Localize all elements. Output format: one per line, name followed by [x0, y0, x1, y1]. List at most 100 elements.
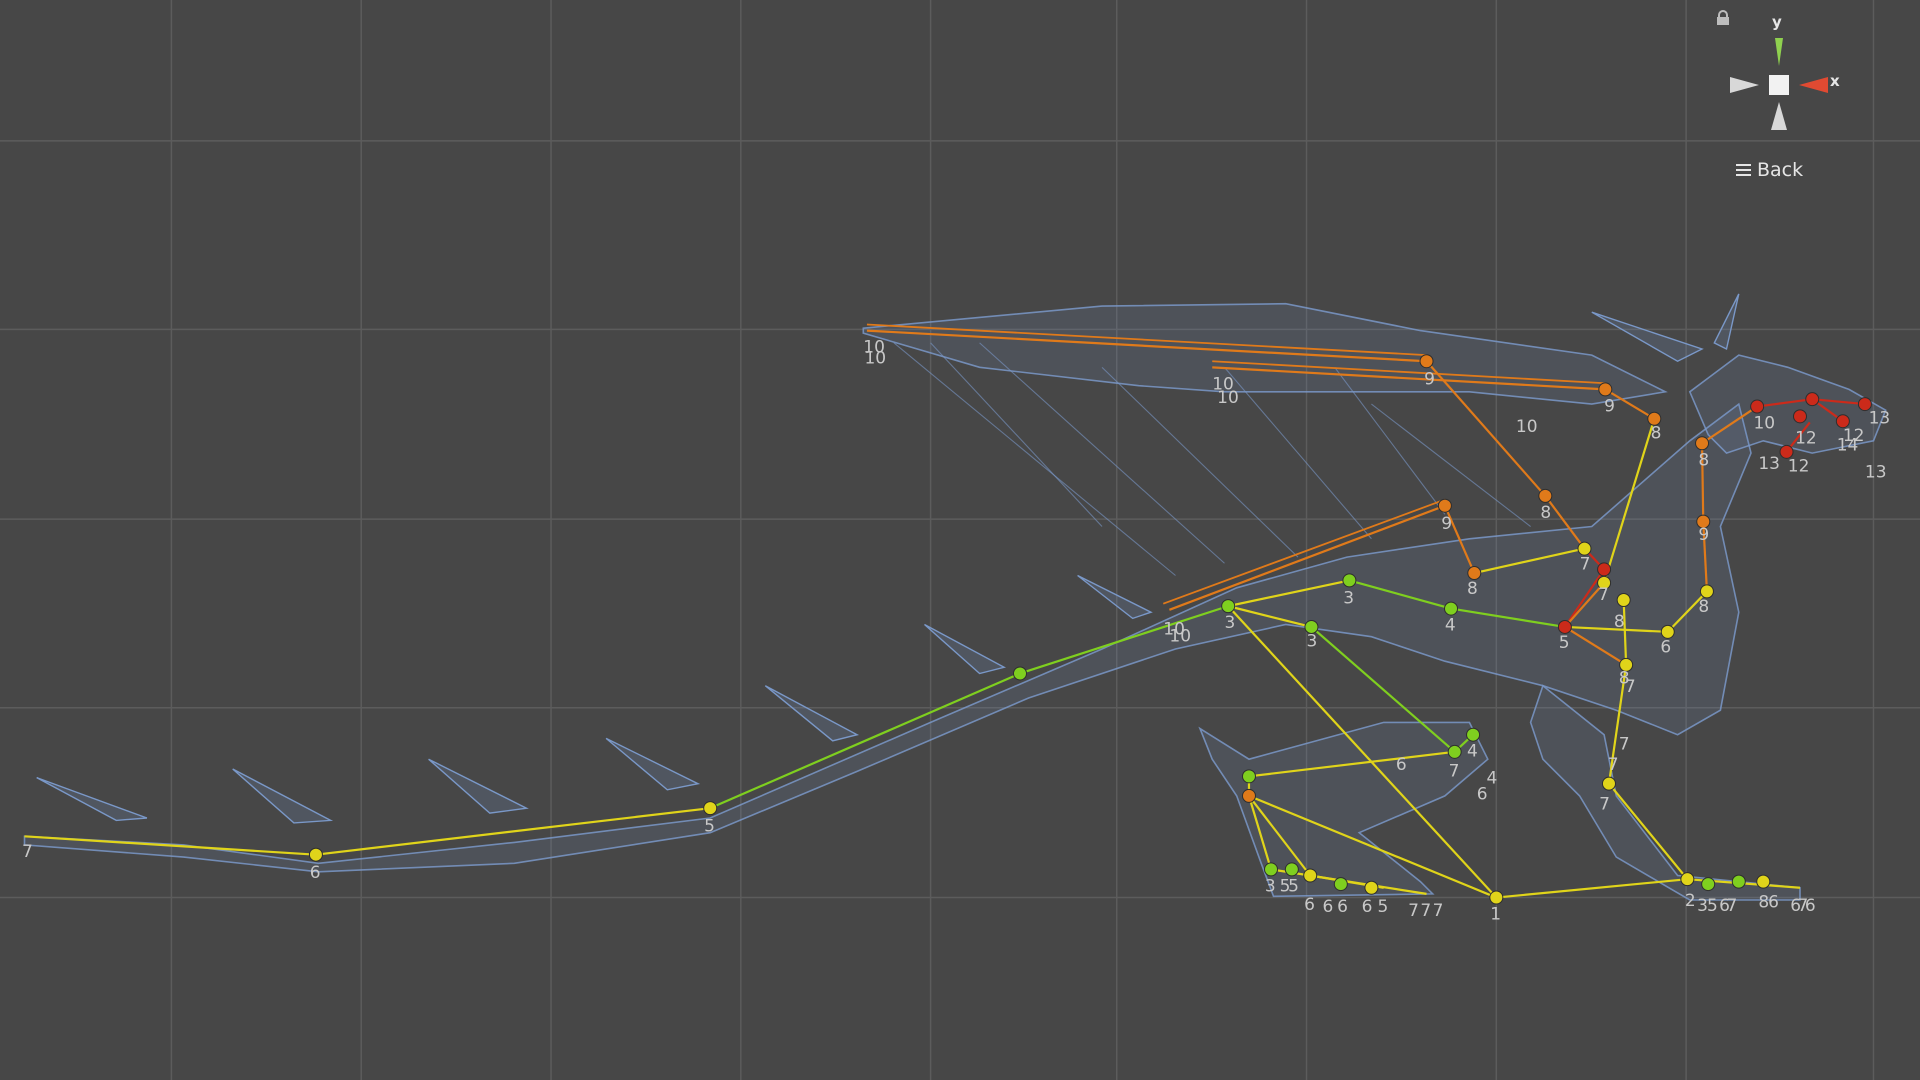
bone-depth-label: 7 [1619, 734, 1630, 754]
bone-depth-label: 8 [1614, 612, 1625, 632]
bone-joint [1489, 890, 1504, 905]
bone-joint [1419, 354, 1434, 369]
bone-joint [308, 847, 323, 862]
mesh-spine [924, 623, 1007, 675]
bone-joint [1616, 593, 1631, 607]
bone-joint [1680, 872, 1695, 887]
bone-depth-label: 6 [1304, 895, 1315, 915]
bone-joint [1557, 619, 1572, 634]
bone-joint [1598, 382, 1613, 397]
bone-depth-label: 8 [1698, 597, 1709, 617]
bone-joint [1731, 874, 1746, 889]
bone-depth-label: 13 [1758, 454, 1780, 474]
mesh-spine [232, 768, 334, 824]
bone-depth-label: 9 [1698, 525, 1709, 545]
bone-depth-label: 7 [1608, 755, 1619, 775]
neg-y-axis-cone[interactable] [1771, 102, 1787, 130]
bone-depth-label: 4 [1487, 769, 1498, 789]
bone-joint [1264, 862, 1279, 877]
mesh-spine [1713, 293, 1740, 351]
bone-depth-label: 7 [1408, 901, 1419, 921]
bone-joint [1793, 409, 1807, 424]
bone-depth-label: 4 [1445, 616, 1456, 636]
bone-segment [709, 672, 1021, 810]
x-axis-cone[interactable] [1799, 77, 1828, 93]
bone-depth-label: 5 [704, 816, 715, 836]
bone-depth-label: 6 [1362, 897, 1373, 917]
scene-canvas[interactable]: 10101010998 1010889812 141313 12 13129877788… [0, 0, 1920, 1080]
bone-depth-label: 12 [1795, 428, 1817, 448]
bone-joint [1342, 573, 1357, 588]
bone-depth-label: 3 [1343, 589, 1354, 609]
bone-joint [1695, 436, 1710, 451]
bone-depth-label: 7 [1598, 585, 1609, 605]
bone-depth-label: 7 [1433, 901, 1444, 921]
bone-joint [1467, 566, 1482, 581]
bone-depth-label: 10 [864, 349, 886, 369]
orientation-gizmo[interactable]: y x [1716, 10, 1846, 130]
bone-depth-label: 4 [1467, 742, 1478, 762]
bone-joint [1444, 601, 1459, 616]
bone-joint [1241, 788, 1256, 803]
bone-joint [1756, 874, 1771, 889]
mesh-spine [605, 737, 701, 791]
bone-depth-label: 6 [1660, 638, 1671, 658]
bone-depth-label: 8 [1540, 503, 1551, 523]
bone-joint [703, 801, 718, 816]
bone-depth-label: 13 [1869, 409, 1891, 429]
center-cube[interactable] [1769, 75, 1789, 95]
bone-depth-label: 6 [1396, 755, 1407, 775]
bone-joint [1750, 399, 1765, 414]
bone-depth-label: 3 [1265, 876, 1276, 896]
bone-depth-label: 7 [1599, 794, 1610, 814]
bone-depth-label: 2 [1685, 891, 1696, 911]
bone-depth-label: 5 [1378, 897, 1389, 917]
bone-depth-label: 9 [1604, 396, 1615, 416]
bone-depth-label: 7 [1727, 896, 1738, 916]
bone-depth-label: 8 [1467, 579, 1478, 599]
back-button-label: Back [1757, 159, 1804, 181]
lock-icon[interactable] [1716, 10, 1730, 26]
bone-joint [1699, 584, 1714, 599]
mesh-spine [1077, 574, 1153, 620]
bone-depth-label: 6 [1337, 897, 1348, 917]
scene-viewport[interactable]: 10 10 10 10 9 9 8 10 10 8 8 9 8 12 14 13 13 12 13 12 9 8 7 7 7 8 8… [0, 0, 1920, 1080]
mesh-spine [36, 776, 148, 822]
y-axis-cone[interactable] [1775, 38, 1783, 66]
bone-depth-label: 12 [1843, 426, 1865, 446]
bone-depth-label: 5 [1559, 633, 1570, 653]
bone-depth-label: 3 [1224, 613, 1235, 633]
neg-x-axis-cone[interactable] [1730, 77, 1759, 93]
mesh-outline [862, 302, 1668, 405]
bone-depth-label: 6 [1322, 897, 1333, 917]
menu-icon [1736, 164, 1751, 176]
mesh-spine [764, 685, 860, 742]
bone-depth-label: 7 [1580, 554, 1591, 574]
bone-joint [1601, 776, 1616, 791]
bone-depth-label: 10 [1217, 388, 1239, 408]
bone-depth-label: 9 [1441, 514, 1452, 534]
bone-depth-label: 7 [1420, 901, 1431, 921]
bone-joint [1466, 727, 1481, 742]
bone-joint [1597, 562, 1612, 577]
bone-joint [1013, 666, 1027, 681]
bone-joint [1284, 862, 1299, 877]
mesh-membrane-line [1224, 366, 1372, 540]
bone-joint [1577, 541, 1592, 556]
bone-joint [1805, 392, 1820, 407]
bone-depth-label: 3 [1307, 632, 1318, 652]
back-button[interactable]: Back [1736, 158, 1803, 182]
bone-depth-label: 8 [1698, 450, 1709, 470]
bone-depth-label: 7 [22, 842, 33, 862]
bone-depth-label: 6 [310, 863, 321, 883]
bone-depth-label: 10 [1516, 417, 1538, 437]
bone-depth-label: 1 [1490, 905, 1501, 925]
bone-depth-label: 5 [1707, 896, 1718, 916]
bone-depth-label: 6 [1768, 892, 1779, 912]
bone-depth-label: 7 [1449, 761, 1460, 781]
bone-depth-label: 5 [1288, 876, 1299, 896]
bone-joint [1437, 498, 1452, 513]
mesh-membrane-line [1101, 366, 1299, 558]
bone-depth-label: 8 [1651, 423, 1662, 443]
bone-joint [1333, 877, 1348, 892]
